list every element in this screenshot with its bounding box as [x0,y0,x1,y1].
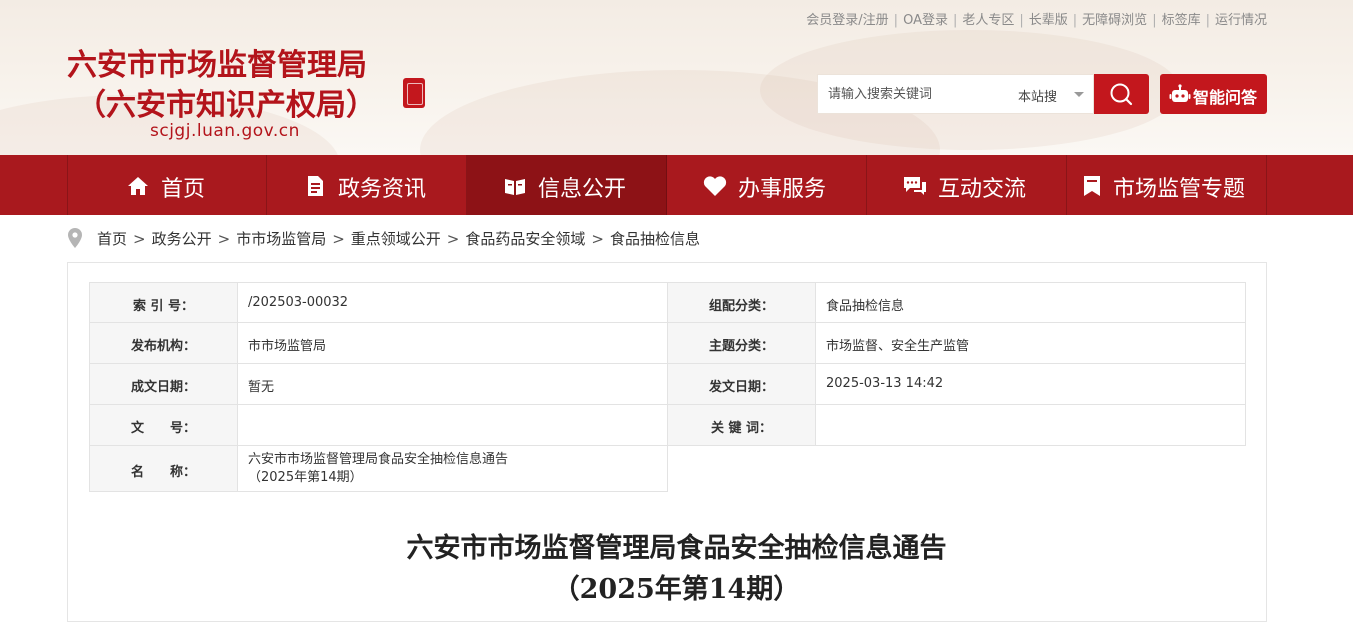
heart-icon [703,176,727,196]
keywords-label: 关 键 词： [710,421,773,436]
elder-version-link[interactable]: 长辈版 [1029,13,1068,28]
chevron-down-icon[interactable] [1074,92,1084,97]
top-links: 会员登录/注册 | OA登录 | 老人专区 | 长辈版 | 无障碍浏览 | 标签库 | 运行情况 [806,13,1267,28]
breadcrumb-current[interactable]: 食品抽检信息 [610,230,700,248]
keywords-label-cell: 关 键 词： [668,405,816,446]
search-icon [1110,83,1133,106]
doc-number-label: 文 号： [130,421,196,436]
nav-home[interactable]: 首页 [67,155,267,215]
index-value: /202503-00032 [248,295,349,310]
published-date-label: 发文日期： [708,380,774,395]
published-date-label-cell: 发文日期： [668,364,816,405]
tag-library-link[interactable]: 标签库 [1162,13,1201,28]
nav-services[interactable]: 办事服务 [667,155,867,215]
nav-info-disclosure-label: 信息公开 [538,177,627,202]
robot-icon [1169,84,1191,102]
name-value-line1: 六安市市场监督管理局食品安全抽检信息通告 [248,452,509,467]
publisher-label-cell: 发布机构： [89,323,238,364]
index-label: 索 引 号： [132,299,195,314]
name-value: 六安市市场监督管理局食品安全抽检信息通告 （2025年第14期） [248,451,659,487]
site-subtitle[interactable]: （六安市知识产权局） [76,80,376,124]
nav-services-label: 办事服务 [738,177,827,202]
name-label: 名 称： [130,465,196,480]
site-title[interactable]: 六安市市场监督管理局 [67,40,367,84]
site-header: 会员登录/注册 | OA登录 | 老人专区 | 长辈版 | 无障碍浏览 | 标签库 | 运行情况 六安市… [0,0,1353,155]
created-date-value-cell: 暂无 [238,364,668,405]
publisher-label: 发布机构： [130,339,196,354]
accessibility-link[interactable]: 无障碍浏览 [1082,13,1147,28]
site-url: scjgj.luan.gov.cn [150,121,300,141]
topic-value: 市场监督、安全生产监管 [826,339,970,354]
category-label-cell: 组配分类： [668,282,816,323]
article-subtitle: （2025年第14期） [552,574,801,605]
search-box: 本站搜 [817,74,1094,114]
nav-interaction[interactable]: 互动交流 [867,155,1067,215]
name-label-cell: 名 称： [89,446,238,492]
open-book-icon [505,179,525,195]
published-date-value-cell: 2025-03-13 14:42 [816,364,1246,405]
breadcrumb-food-drug[interactable]: 食品药品安全领域 [465,230,585,248]
oa-login-link[interactable]: OA登录 [903,13,948,28]
breadcrumb-home[interactable]: 首页 [97,230,127,248]
name-value-cell: 六安市市场监督管理局食品安全抽检信息通告 （2025年第14期） [238,446,668,492]
breadcrumb-bureau[interactable]: 市市场监管局 [236,230,326,248]
nav-home-label: 首页 [161,177,206,202]
nav-gov-news-label: 政务资讯 [338,177,427,202]
breadcrumb-gov-affairs[interactable]: 政务公开 [152,230,212,248]
doc-number-label-cell: 文 号： [89,405,238,446]
published-date-value: 2025-03-13 14:42 [826,376,944,391]
created-date-value: 暂无 [248,380,275,395]
doc-number-value-cell [238,405,668,446]
topic-value-cell: 市场监督、安全生产监管 [816,323,1246,364]
nav-market-topics[interactable]: 市场监管专题 [1067,155,1267,215]
document-icon [308,176,323,196]
bookmark-icon [1084,176,1100,196]
nav-gov-news[interactable]: 政务资讯 [267,155,467,215]
name-value-line2: （2025年第14期） [248,470,363,485]
nav-market-topics-label: 市场监管专题 [1113,177,1246,202]
publisher-value-cell: 市市场监管局 [238,323,668,364]
created-date-label-cell: 成文日期： [89,364,238,405]
publisher-value: 市市场监管局 [248,339,327,354]
category-label: 组配分类： [708,299,774,314]
topic-label-cell: 主题分类： [668,323,816,364]
breadcrumb-key-areas[interactable]: 重点领域公开 [351,230,441,248]
operation-status-link[interactable]: 运行情况 [1215,13,1267,28]
ai-qa-label: 智能问答 [1193,88,1258,107]
home-icon [128,177,148,195]
location-pin-icon [68,228,82,248]
index-label-cell: 索 引 号： [89,282,238,323]
article-title: 六安市市场监督管理局食品安全抽检信息通告 [406,533,947,564]
keywords-value-cell [816,405,1246,446]
nav-interaction-label: 互动交流 [938,177,1027,202]
login-register-link[interactable]: 会员登录/注册 [806,13,888,28]
category-value-cell: 食品抽检信息 [816,282,1246,323]
elderly-zone-link[interactable]: 老人专区 [962,13,1014,28]
seal-logo [403,78,425,108]
main-nav: 首页 政务资讯 信息公开 办事服务 互动交流 市场监管专题 [0,155,1353,215]
search-button[interactable] [1094,74,1149,114]
index-value-cell: /202503-00032 [238,282,668,323]
search-input[interactable] [818,75,1023,113]
nav-info-disclosure[interactable]: 信息公开 [467,155,667,215]
category-value: 食品抽检信息 [826,299,905,314]
chat-icon [904,177,926,195]
created-date-label: 成文日期： [130,380,196,395]
search-scope-select[interactable]: 本站搜 [1018,86,1057,105]
ai-qa-button[interactable]: 智能问答 [1160,74,1267,114]
topic-label: 主题分类： [708,339,774,354]
